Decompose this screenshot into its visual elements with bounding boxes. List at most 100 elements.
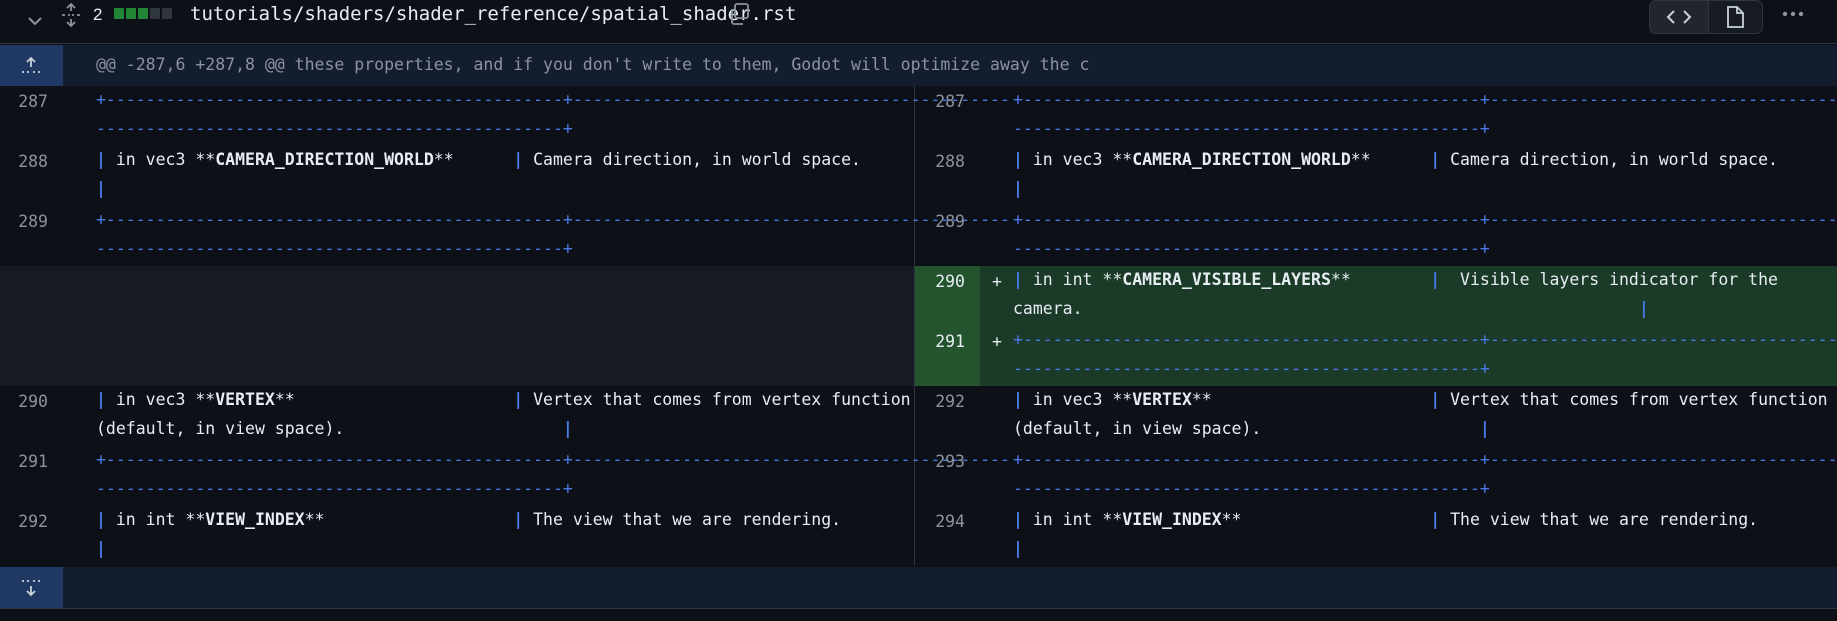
- file-icon: [1727, 6, 1744, 28]
- diff-row: 289 +------------------------------------…: [0, 205, 1010, 258]
- code-line: +---------------------------------------…: [96, 205, 1010, 235]
- table-pipe: |: [1013, 510, 1023, 529]
- table-border: ----------------------------------------…: [1013, 119, 1490, 138]
- variable-name: VERTEX: [1132, 390, 1192, 409]
- table-pipe: |: [1479, 419, 1490, 438]
- copy-icon[interactable]: [728, 2, 750, 26]
- code-view-button[interactable]: [1650, 1, 1709, 33]
- code-icon: [1666, 10, 1692, 24]
- code-content: | in vec3 **VERTEX** | Vertex that comes…: [1013, 386, 1828, 438]
- variable-name: CAMERA_VISIBLE_LAYERS: [1122, 270, 1331, 289]
- table-pipe: |: [96, 179, 106, 198]
- code-line: | in int **CAMERA_VISIBLE_LAYERS** | Vis…: [1013, 265, 1778, 295]
- description: (default, in view space).: [96, 419, 345, 438]
- diff-row: 293 +------------------------------------…: [915, 446, 1837, 498]
- line-number: 291: [935, 332, 965, 351]
- line-number: 288: [935, 152, 965, 171]
- table-pipe: |: [1013, 179, 1023, 198]
- line-number: 289: [18, 212, 48, 231]
- table-pipe: |: [1638, 299, 1649, 318]
- chevron-down-icon[interactable]: [24, 10, 46, 32]
- diff-row: 290 | in vec3 **VERTEX** | Vertex that co…: [0, 386, 914, 438]
- code-line: |: [1013, 174, 1778, 204]
- diff-row: 288 | in vec3 **CAMERA_DIRECTION_WORLD** …: [915, 146, 1837, 198]
- code-line: +---------------------------------------…: [96, 445, 1010, 475]
- diffstat-block: [162, 8, 172, 19]
- code-line: (default, in view space). |: [96, 414, 906, 444]
- code-content: | in int **VIEW_INDEX** | The view that …: [96, 506, 906, 558]
- diffstat-block: [126, 8, 136, 19]
- code-text: **: [304, 510, 514, 529]
- description: (default, in view space).: [1013, 419, 1262, 438]
- variable-name: CAMERA_DIRECTION_WORLD: [215, 150, 434, 169]
- code-line: +---------------------------------------…: [1013, 205, 1837, 235]
- table-pipe: |: [96, 510, 106, 529]
- variable-name: VIEW_INDEX: [1122, 510, 1222, 529]
- diffstat-block: [150, 8, 160, 19]
- code-line: +---------------------------------------…: [96, 85, 1010, 115]
- diff-row: 289 +------------------------------------…: [915, 206, 1837, 258]
- table-border: ----------------------------------------…: [1013, 359, 1490, 378]
- code-text: in int **: [1022, 270, 1123, 289]
- expand-down-icon: [22, 580, 40, 597]
- variable-name: VIEW_INDEX: [205, 510, 305, 529]
- file-path[interactable]: tutorials/shaders/shader_reference/spati…: [190, 3, 796, 25]
- view-toggle: [1649, 0, 1763, 34]
- diff-row: 290 + | in int **CAMERA_VISIBLE_LAYERS** |…: [915, 266, 1837, 326]
- table-border: +---------------------------------------…: [1013, 90, 1837, 109]
- line-number: 294: [935, 512, 965, 531]
- file-footer: [0, 608, 1837, 621]
- expand-up-button[interactable]: [0, 45, 63, 86]
- code-line: | in vec3 **VERTEX** | Vertex that comes…: [1013, 385, 1828, 415]
- description: The view that we are rendering.: [1440, 510, 1759, 529]
- diffstat-block: [138, 8, 148, 19]
- rich-view-button[interactable]: [1708, 1, 1762, 33]
- table-pipe: |: [1013, 390, 1023, 409]
- code-line: |: [1013, 534, 1758, 564]
- description: Vertex that comes from vertex function: [1440, 390, 1828, 409]
- code-line: camera. |: [1013, 294, 1778, 324]
- empty-placeholder: [0, 266, 914, 386]
- table-pipe: |: [1013, 539, 1023, 558]
- unfold-icon[interactable]: [60, 2, 82, 28]
- hunk-header-text: @@ -287,6 +287,8 @@ these properties, an…: [96, 55, 1090, 74]
- changes-count: 2: [93, 5, 103, 24]
- code-line: ----------------------------------------…: [96, 474, 906, 504]
- diff-row: 291 + +-----------------------------------…: [915, 326, 1837, 386]
- expand-down-button[interactable]: [0, 567, 63, 608]
- table-border: +---------------------------------------…: [1013, 330, 1837, 349]
- table-pipe: |: [513, 390, 524, 409]
- line-number: 290: [18, 392, 48, 411]
- line-number: 287: [935, 92, 965, 111]
- code-line: ----------------------------------------…: [96, 234, 906, 264]
- code-content: | in vec3 **CAMERA_DIRECTION_WORLD** | C…: [1013, 146, 1778, 198]
- code-text: **: [1350, 150, 1431, 169]
- table-pipe: |: [562, 419, 573, 438]
- variable-name: CAMERA_DIRECTION_WORLD: [1132, 150, 1351, 169]
- table-pipe: |: [1430, 390, 1441, 409]
- table-pipe: |: [1430, 270, 1441, 289]
- file-header: 2 tutorials/shaders/shader_reference/spa…: [0, 0, 1837, 44]
- expand-up-icon: [22, 56, 40, 73]
- code-line: |: [96, 534, 906, 564]
- diff-row: 287 +------------------------------------…: [0, 85, 1010, 138]
- code-text: **: [1191, 390, 1431, 409]
- code-line: | in vec3 **CAMERA_DIRECTION_WORLD** | C…: [96, 145, 906, 175]
- diff-row: 294 | in int **VIEW_INDEX** | The view th…: [915, 506, 1837, 558]
- code-line: ----------------------------------------…: [1013, 354, 1837, 384]
- table-pipe: |: [96, 390, 106, 409]
- code-content: | in int **VIEW_INDEX** | The view that …: [1013, 506, 1758, 558]
- kebab-icon[interactable]: [1780, 4, 1806, 24]
- code-line: +---------------------------------------…: [1013, 85, 1837, 115]
- table-pipe: |: [1430, 150, 1441, 169]
- table-border: +---------------------------------------…: [1013, 450, 1837, 469]
- code-content: +---------------------------------------…: [96, 205, 1010, 258]
- code-line: (default, in view space). |: [1013, 414, 1828, 444]
- line-number: 293: [935, 452, 965, 471]
- line-number: 292: [935, 392, 965, 411]
- code-line: ----------------------------------------…: [1013, 474, 1837, 504]
- code-text: in vec3 **: [105, 390, 216, 409]
- line-number: 288: [18, 152, 48, 171]
